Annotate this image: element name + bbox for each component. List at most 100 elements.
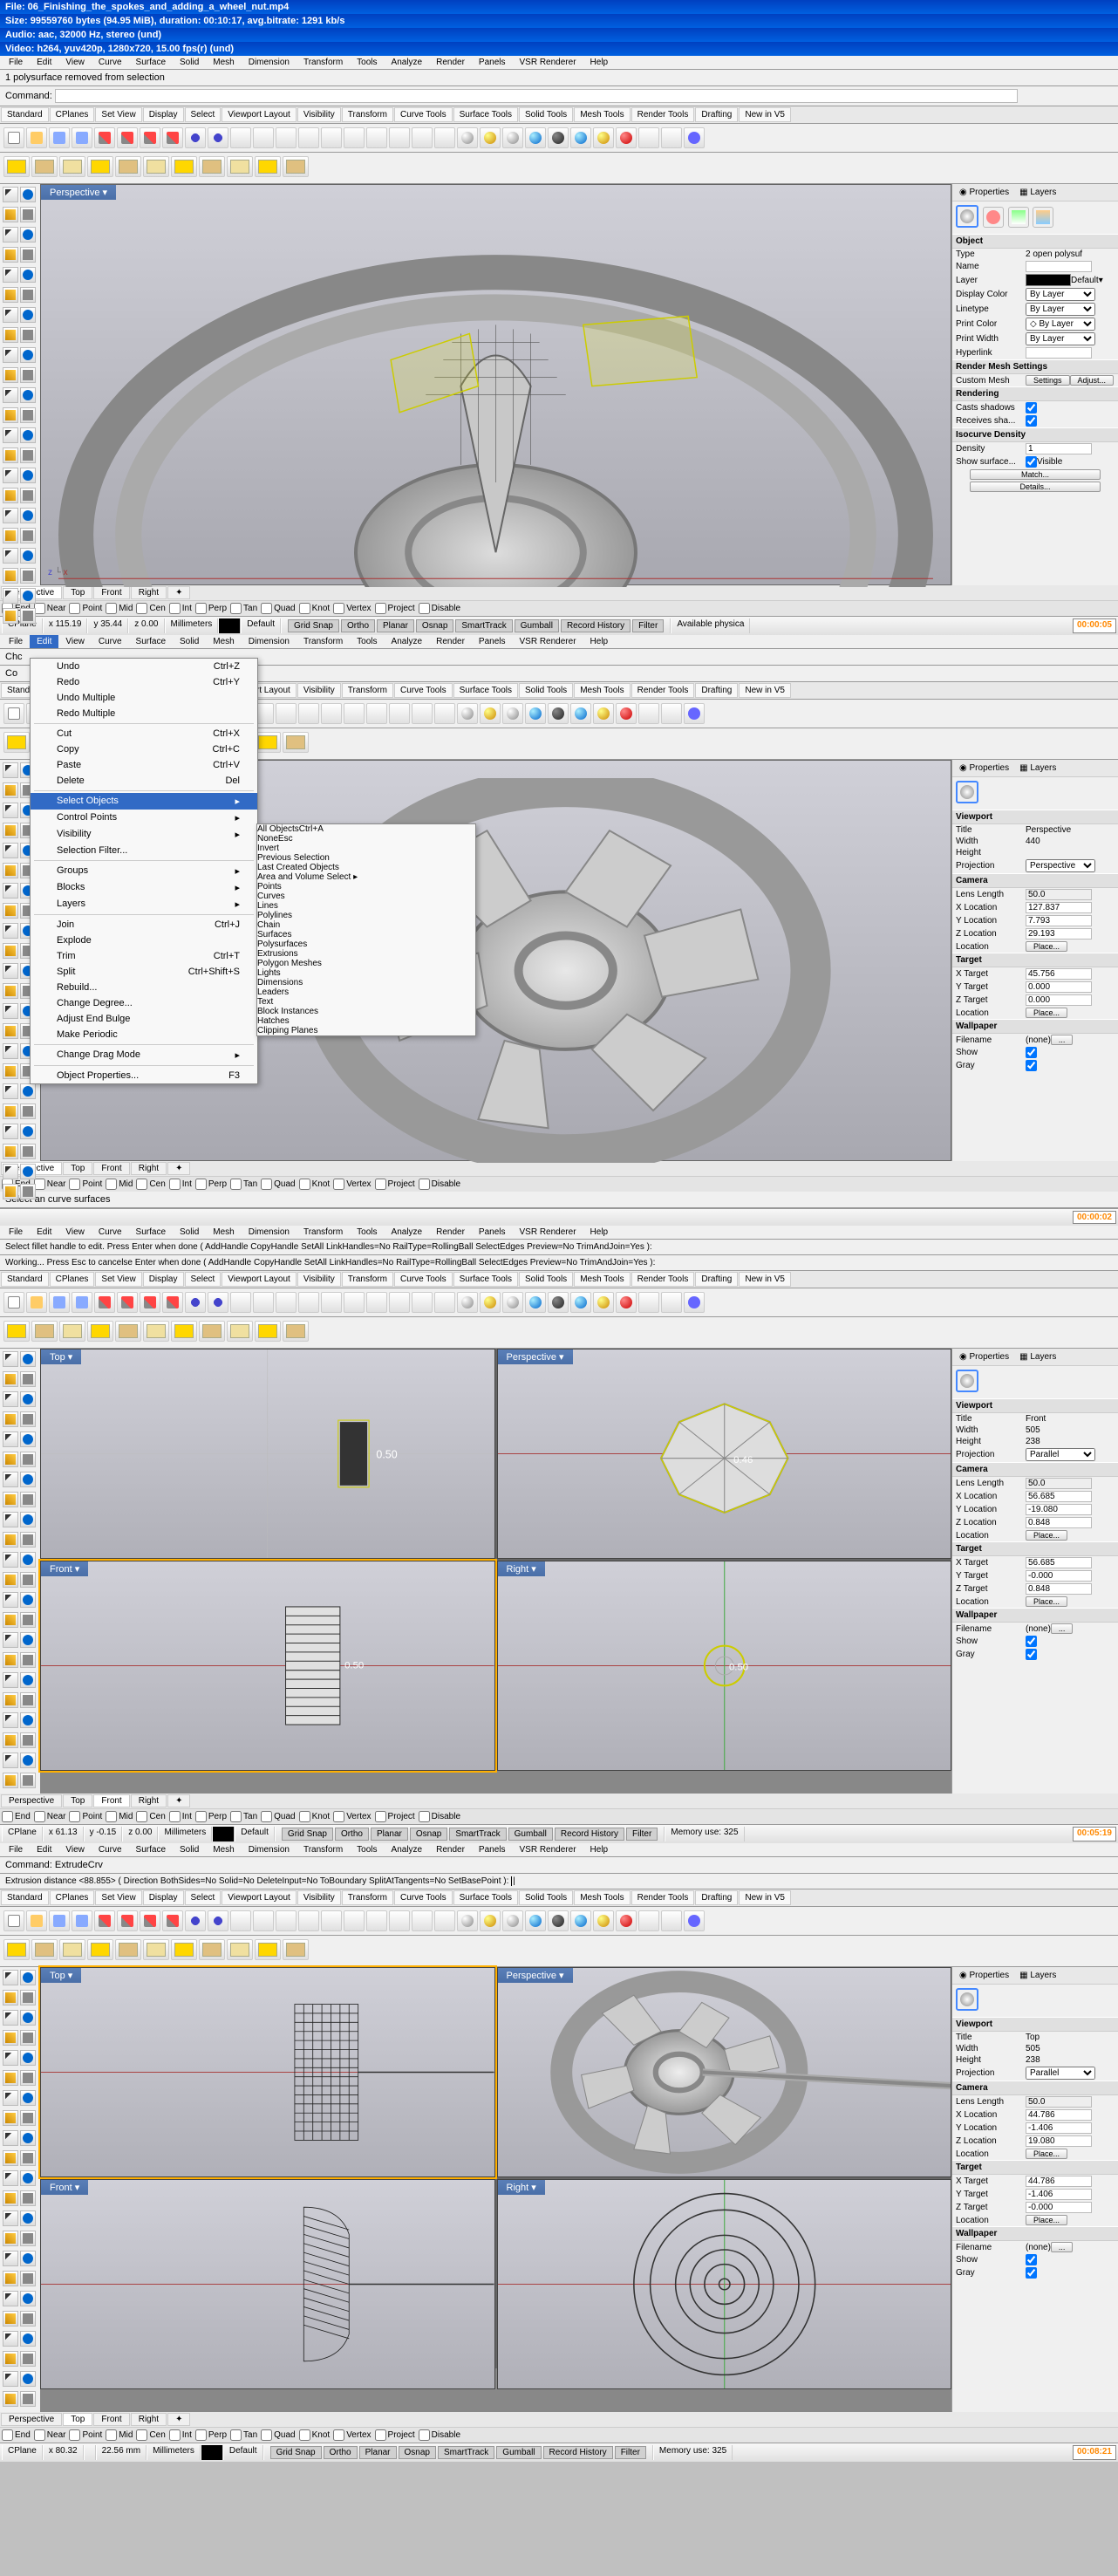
input-xloc[interactable]	[1026, 902, 1092, 913]
osnap-check-cen[interactable]	[136, 1179, 147, 1190]
side-tool-41[interactable]	[20, 588, 36, 604]
toolbar-button-17[interactable]	[389, 1292, 410, 1313]
toolbar-button-11[interactable]	[253, 1292, 274, 1313]
menu-item-copy[interactable]: CopyCtrl+C	[31, 741, 257, 757]
toolbar-button-8[interactable]	[185, 1292, 206, 1313]
osnap-check-disable[interactable]	[419, 2429, 430, 2441]
osnap-check-disable[interactable]	[419, 603, 430, 614]
status-toggle-gumball[interactable]: Gumball	[515, 619, 559, 632]
viewport-tab-✦[interactable]: ✦	[167, 586, 190, 599]
side-tool-25[interactable]	[20, 2210, 36, 2226]
toolbar-button-5[interactable]	[117, 127, 138, 148]
side-tool-33[interactable]	[20, 2291, 36, 2306]
input-zloc[interactable]	[1026, 928, 1092, 940]
status-toggle-osnap[interactable]: Osnap	[399, 2446, 436, 2459]
status-layer[interactable]: Default	[235, 1827, 275, 1841]
menu-help[interactable]: Help	[583, 56, 616, 69]
status-layer-swatch[interactable]	[212, 1827, 235, 1841]
tab-viewport-layout[interactable]: Viewport Layout	[222, 107, 297, 122]
side-tool-30[interactable]	[3, 1652, 18, 1668]
layer-toolbar-button-7[interactable]	[199, 1939, 225, 1960]
layer-toolbar-button-10[interactable]	[283, 732, 309, 753]
menu-transform[interactable]: Transform	[297, 1226, 350, 1239]
layer-toolbar-button-4[interactable]	[115, 1939, 141, 1960]
input-ytar[interactable]	[1026, 1570, 1092, 1582]
toolbar-button-20[interactable]	[457, 127, 478, 148]
side-tool-23[interactable]	[20, 2190, 36, 2206]
menu-help[interactable]: Help	[583, 635, 616, 648]
side-tool-1[interactable]	[20, 1351, 36, 1367]
osnap-check-cen[interactable]	[136, 1811, 147, 1822]
tab-transform[interactable]: Transform	[342, 1272, 393, 1287]
props-icon[interactable]	[956, 1370, 978, 1392]
toolbar-button-6[interactable]	[140, 1910, 160, 1931]
menu-transform[interactable]: Transform	[297, 56, 350, 69]
osnap-vertex[interactable]: Vertex	[333, 604, 371, 613]
check-wallpaper-gray[interactable]	[1026, 2267, 1037, 2279]
menu-dimension[interactable]: Dimension	[242, 635, 297, 648]
toolbar-button-4[interactable]	[94, 127, 115, 148]
toolbar-button-21[interactable]	[480, 1292, 501, 1313]
osnap-check-int[interactable]	[169, 1811, 181, 1822]
tab-select[interactable]: Select	[185, 107, 222, 122]
osnap-int[interactable]: Int	[169, 1179, 192, 1189]
osnap-quad[interactable]: Quad	[261, 2430, 295, 2440]
tab-properties[interactable]: ◉ Properties	[954, 1969, 1014, 1982]
input-lens[interactable]	[1026, 889, 1092, 900]
menu-render[interactable]: Render	[429, 56, 472, 69]
menu-item-control-points[interactable]: Control Points ▸	[31, 810, 257, 826]
tab-mesh-tools[interactable]: Mesh Tools	[574, 107, 630, 122]
layer-toolbar-button-8[interactable]	[227, 156, 253, 177]
toolbar-button-28[interactable]	[638, 1910, 659, 1931]
toolbar-button-26[interactable]	[593, 1910, 614, 1931]
input-ztar[interactable]	[1026, 994, 1092, 1006]
toolbar-button-27[interactable]	[616, 1292, 637, 1313]
input-zloc[interactable]	[1026, 1517, 1092, 1528]
input-density[interactable]	[1026, 443, 1092, 454]
side-tool-22[interactable]	[3, 983, 18, 999]
side-tool-14[interactable]	[3, 1492, 18, 1507]
osnap-check-point[interactable]	[69, 603, 80, 614]
side-tool-41[interactable]	[20, 1164, 36, 1179]
side-tool-43[interactable]	[20, 608, 36, 624]
side-tool-34[interactable]	[3, 1104, 18, 1119]
toolbar-button-9[interactable]	[208, 127, 228, 148]
toolbar-button-19[interactable]	[434, 1292, 455, 1313]
osnap-check-mid[interactable]	[106, 2429, 117, 2441]
tab-solid-tools[interactable]: Solid Tools	[519, 683, 573, 698]
side-tool-8[interactable]	[3, 843, 18, 858]
side-tool-33[interactable]	[20, 1083, 36, 1099]
props-icon[interactable]	[956, 1988, 978, 2011]
menu-curve[interactable]: Curve	[92, 1843, 129, 1856]
menu-dimension[interactable]: Dimension	[242, 1843, 297, 1856]
side-tool-25[interactable]	[20, 1592, 36, 1608]
osnap-near[interactable]: Near	[34, 1812, 66, 1821]
osnap-check-mid[interactable]	[106, 1179, 117, 1190]
side-tool-15[interactable]	[20, 2110, 36, 2126]
menu-file[interactable]: File	[2, 56, 30, 69]
input-ytar[interactable]	[1026, 2189, 1092, 2200]
side-tool-20[interactable]	[3, 1552, 18, 1568]
side-tool-22[interactable]	[3, 407, 18, 423]
status-toggle-grid-snap[interactable]: Grid Snap	[270, 2446, 322, 2459]
side-tool-0[interactable]	[3, 1351, 18, 1367]
toolbar-button-19[interactable]	[434, 127, 455, 148]
side-tool-17[interactable]	[20, 1512, 36, 1527]
toolbar-button-25[interactable]	[570, 703, 591, 724]
toolbar-button-15[interactable]	[344, 703, 365, 724]
side-tool-10[interactable]	[3, 2070, 18, 2086]
toolbar-button-12[interactable]	[276, 1910, 297, 1931]
select-display-color[interactable]: By Layer	[1026, 288, 1095, 301]
viewport-tab-perspective[interactable]: Perspective	[1, 1794, 62, 1807]
viewport-tab-✦[interactable]: ✦	[167, 2413, 190, 2426]
layer-toolbar-button-3[interactable]	[87, 1939, 113, 1960]
layer-toolbar-button-7[interactable]	[199, 1321, 225, 1342]
layer-toolbar-button-9[interactable]	[255, 1321, 281, 1342]
side-tool-32[interactable]	[3, 1672, 18, 1688]
submenu-item-area-and-volume-select[interactable]: Area and Volume Select ▸	[257, 872, 475, 882]
select-projection[interactable]: Perspective	[1026, 859, 1095, 872]
osnap-knot[interactable]: Knot	[299, 1812, 331, 1821]
toolbar-button-27[interactable]	[616, 1910, 637, 1931]
tab-drafting[interactable]: Drafting	[695, 107, 738, 122]
menu-tools[interactable]: Tools	[350, 1843, 384, 1856]
